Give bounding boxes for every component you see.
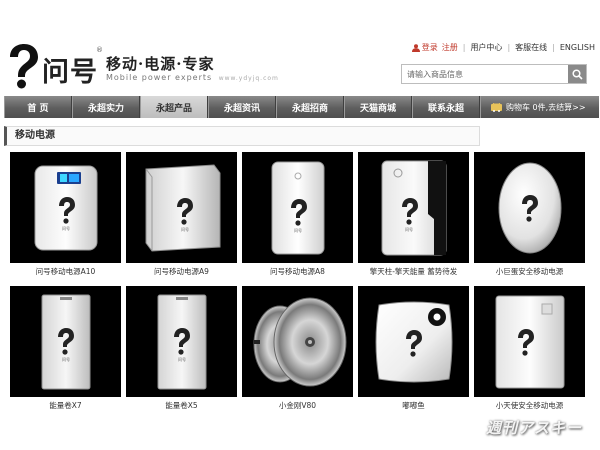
nav-item-news[interactable]: 永超资讯: [208, 96, 276, 118]
power-bank-square-icon: [375, 301, 452, 382]
product-card[interactable]: 小巨蛋安全移动电源: [474, 152, 585, 277]
power-bank-egg-icon: [498, 162, 561, 253]
cart-link[interactable]: 购物车 0件,去结算>>: [480, 96, 599, 118]
power-bank-slim-icon: 问号: [271, 161, 324, 254]
product-name[interactable]: 嘟嘟鱼: [358, 400, 469, 411]
power-bank-angel-icon: [495, 295, 564, 388]
login-link[interactable]: 登录: [411, 42, 438, 53]
power-bank-tall-icon: 问号: [41, 294, 90, 389]
power-bank-box-icon: 问号: [145, 163, 220, 252]
english-link[interactable]: ENGLISH: [560, 43, 595, 52]
product-name[interactable]: 问号移动电源A9: [126, 266, 237, 277]
search-box: [401, 64, 587, 84]
search-button[interactable]: [568, 65, 586, 83]
product-name[interactable]: 小天使安全移动电源: [474, 400, 585, 411]
product-image[interactable]: 问号: [126, 152, 237, 263]
power-bank-disc-icon: [253, 297, 346, 386]
watermark: 週刊アスキー: [485, 419, 582, 437]
product-name[interactable]: 擎天柱-擎天能量 蓄势待发: [358, 266, 469, 277]
user-center-link[interactable]: 用户中心: [470, 42, 502, 53]
product-image[interactable]: 问号: [10, 286, 121, 397]
section-title: 移动电源: [4, 126, 480, 146]
product-image[interactable]: [474, 152, 585, 263]
product-card[interactable]: 问号 能量卷X5: [126, 286, 237, 411]
support-link[interactable]: 客服在线: [515, 42, 547, 53]
register-link[interactable]: 注册: [442, 42, 458, 53]
nav-item-tmall[interactable]: 天猫商城: [344, 96, 412, 118]
nav-item-products[interactable]: 永超产品: [140, 96, 208, 118]
divider: |: [552, 43, 555, 52]
product-card[interactable]: 问号 能量卷X7: [10, 286, 121, 411]
slogan-en-text: Mobile power experts: [106, 73, 213, 82]
product-name[interactable]: 小巨蛋安全移动电源: [474, 266, 585, 277]
divider: |: [507, 43, 511, 52]
product-image[interactable]: 问号: [10, 152, 121, 263]
main-nav: 首 页 永超实力 永超产品 永超资讯 永超招商 天猫商城 联系永超 购物车 0件…: [4, 96, 599, 118]
svg-text:问号: 问号: [178, 356, 186, 362]
nav-item-contact[interactable]: 联系永超: [412, 96, 480, 118]
login-label: 登录: [421, 43, 438, 52]
nav-item-strength[interactable]: 永超实力: [72, 96, 140, 118]
question-mark-logo-icon[interactable]: [6, 44, 40, 90]
power-bank-stripe-icon: 问号: [381, 160, 446, 255]
product-image[interactable]: 问号: [126, 286, 237, 397]
power-bank-with-display-icon: 问号: [34, 165, 97, 250]
product-image[interactable]: [474, 286, 585, 397]
slogan-url: www.ydyjq.com: [218, 75, 279, 82]
shopping-cart-icon: [491, 102, 502, 112]
product-card[interactable]: 小金刚V80: [242, 286, 353, 411]
svg-text:问号: 问号: [62, 356, 70, 362]
product-card[interactable]: 问号 问号移动电源A8: [242, 152, 353, 277]
svg-text:问号: 问号: [294, 227, 302, 233]
product-card[interactable]: 问号 问号移动电源A10: [10, 152, 121, 277]
search-icon: [571, 68, 583, 80]
registered-mark: ®: [96, 46, 103, 54]
divider: |: [462, 43, 466, 52]
nav-item-home[interactable]: 首 页: [4, 96, 72, 118]
product-card[interactable]: 嘟嘟鱼: [358, 286, 469, 411]
product-name[interactable]: 能量卷X5: [126, 400, 237, 411]
product-image[interactable]: [358, 286, 469, 397]
top-links: 登录 注册 | 用户中心 | 客服在线 | ENGLISH: [411, 42, 595, 53]
svg-text:问号: 问号: [405, 226, 413, 232]
product-name[interactable]: 问号移动电源A8: [242, 266, 353, 277]
brand-name[interactable]: 问号: [42, 50, 98, 89]
svg-text:问号: 问号: [181, 226, 189, 232]
product-image[interactable]: 问号: [242, 152, 353, 263]
product-name[interactable]: 问号移动电源A10: [10, 266, 121, 277]
power-bank-tall-icon: 问号: [157, 294, 206, 389]
product-image[interactable]: 问号: [358, 152, 469, 263]
cart-text: 购物车 0件,去结算>>: [506, 102, 586, 112]
product-card[interactable]: 问号 擎天柱-擎天能量 蓄势待发: [358, 152, 469, 277]
product-card[interactable]: 问号 问号移动电源A9: [126, 152, 237, 277]
nav-item-investment[interactable]: 永超招商: [276, 96, 344, 118]
product-name[interactable]: 能量卷X7: [10, 400, 121, 411]
user-icon: [411, 43, 420, 52]
product-card[interactable]: 小天使安全移动电源: [474, 286, 585, 411]
slogan-en: Mobile power experts www.ydyjq.com: [106, 73, 279, 82]
product-name[interactable]: 小金刚V80: [242, 400, 353, 411]
slogan: 移动·电源·专家: [106, 55, 215, 73]
search-input[interactable]: [402, 65, 568, 83]
product-image[interactable]: [242, 286, 353, 397]
site-header: 问号 ® 移动·电源·专家 Mobile power experts www.y…: [0, 0, 600, 95]
svg-text:问号: 问号: [62, 225, 70, 231]
